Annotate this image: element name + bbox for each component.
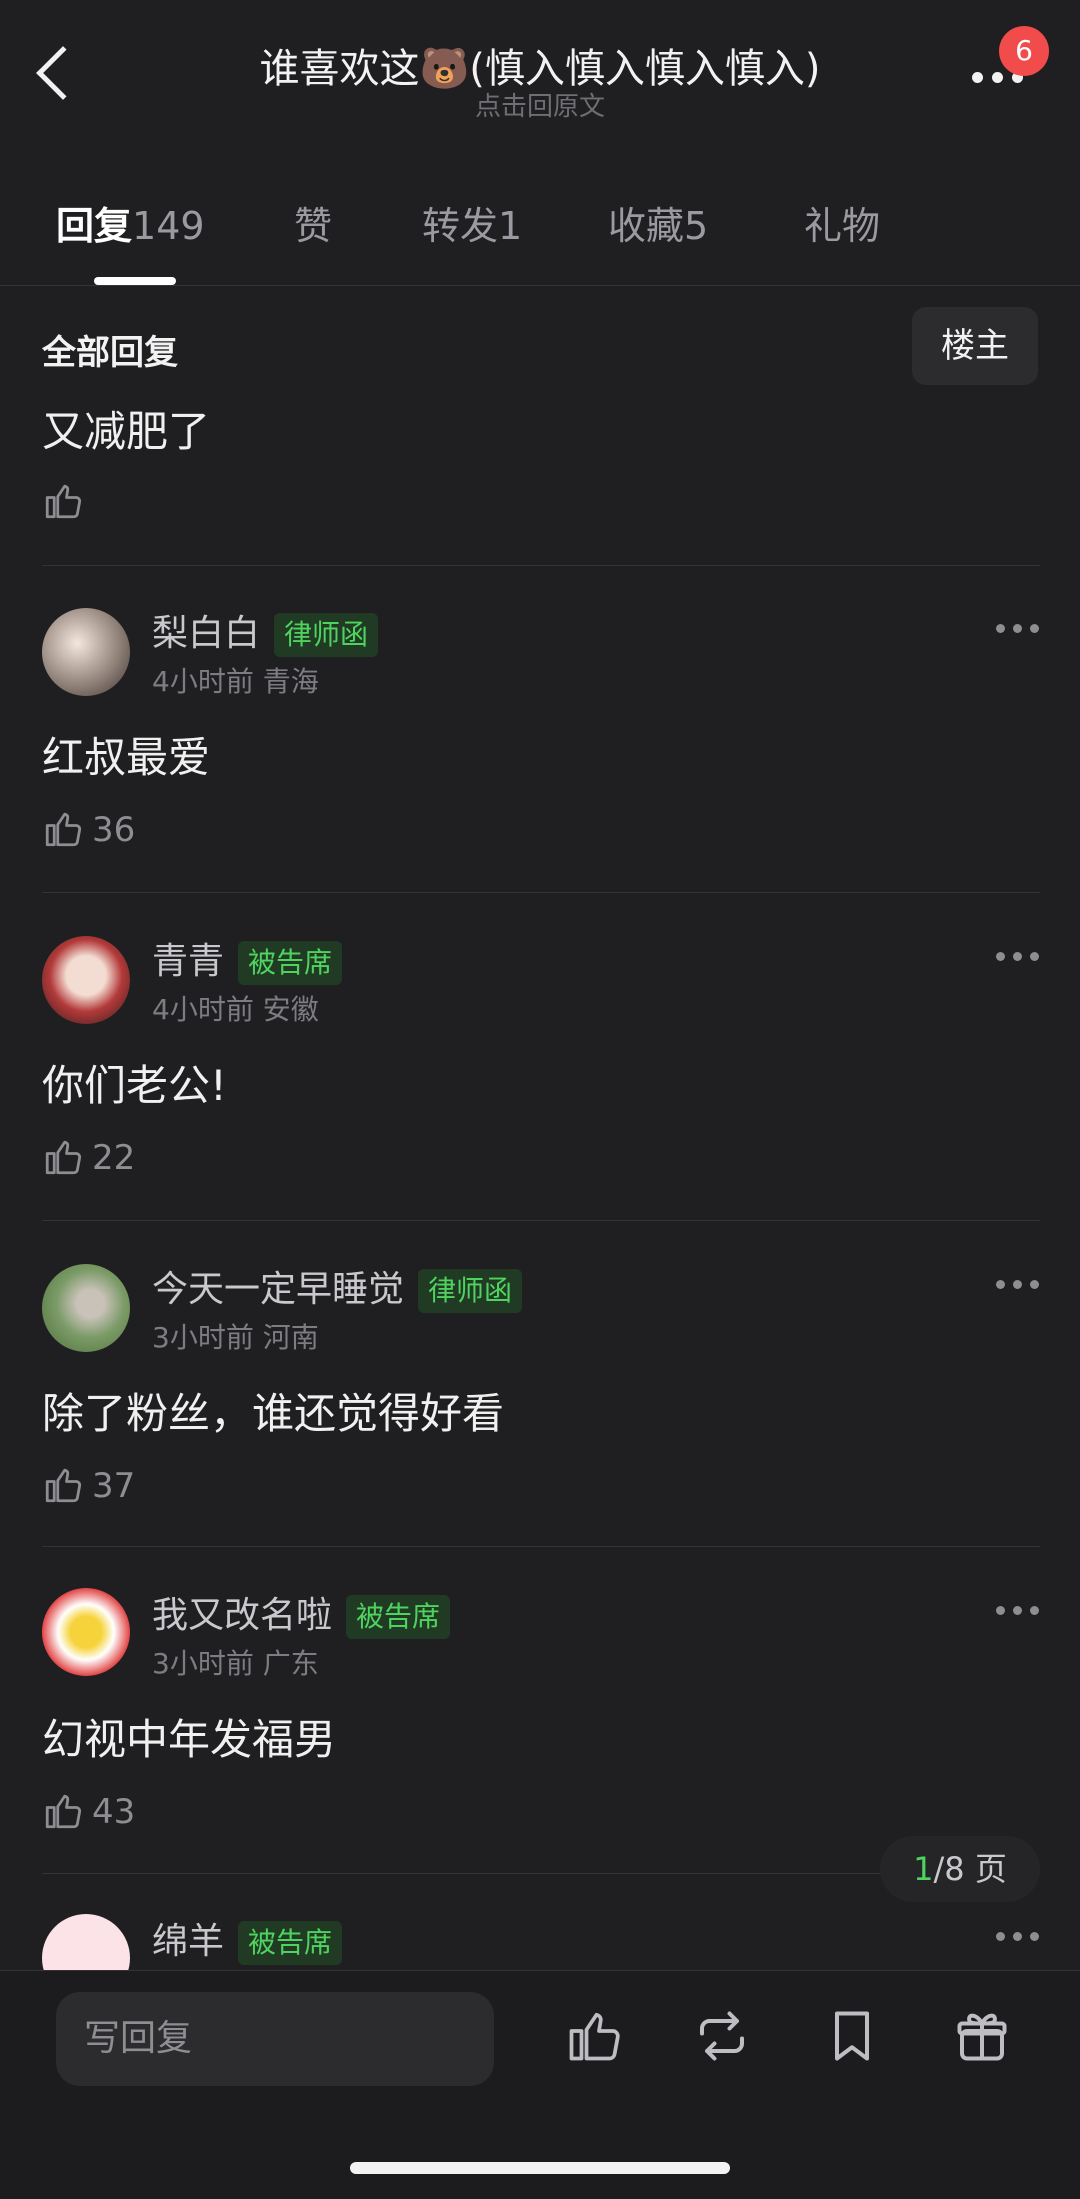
- comment-more-icon[interactable]: [996, 952, 1040, 964]
- comment-meta: 3小时前 广东: [152, 1642, 319, 1682]
- avatar[interactable]: [42, 1264, 130, 1352]
- tab-likes[interactable]: 赞: [294, 195, 332, 250]
- repost-icon[interactable]: [692, 2006, 752, 2066]
- notification-badge: 6: [999, 26, 1049, 76]
- username-text: 青青: [152, 941, 225, 982]
- comment-meta: 4小时前 青海: [152, 660, 319, 700]
- comment-location: 青海: [262, 665, 319, 698]
- tab-gifts[interactable]: 礼物: [804, 195, 880, 250]
- divider: [42, 1546, 1040, 1547]
- username[interactable]: 我又改名啦 被告席: [152, 1586, 451, 1639]
- avatar[interactable]: [42, 936, 130, 1024]
- comment-location: 广东: [262, 1647, 319, 1680]
- gift-icon[interactable]: [952, 2006, 1012, 2066]
- comment-time: 4小时前: [152, 665, 254, 698]
- page-total: /8 页: [933, 1850, 1007, 1888]
- comment-text: 你们老公!: [42, 1061, 227, 1110]
- tab-label: 礼物: [804, 204, 881, 248]
- tab-favorites[interactable]: 收藏5: [608, 195, 708, 250]
- divider: [42, 892, 1040, 893]
- thumb-up-icon[interactable]: [564, 2006, 624, 2066]
- user-tag: 律师函: [418, 1269, 523, 1313]
- tab-label: 回复: [56, 204, 133, 248]
- username[interactable]: 绵羊 被告席: [152, 1912, 343, 1965]
- comment-time: 3小时前: [152, 1321, 254, 1354]
- user-tag: 被告席: [346, 1595, 451, 1639]
- tab-reposts[interactable]: 转发1: [422, 195, 522, 250]
- comment-time: 4小时前: [152, 993, 254, 1026]
- thumb-up-icon: [45, 812, 82, 847]
- tab-label: 收藏: [608, 204, 685, 248]
- tab-label: 赞: [294, 204, 333, 248]
- tab-bar: 回复149 赞 转发1 收藏5 礼物: [0, 195, 1080, 286]
- page-indicator[interactable]: 1/8 页: [880, 1836, 1040, 1902]
- comment-more-icon[interactable]: [996, 1932, 1040, 1944]
- username-text: 我又改名啦: [152, 1595, 333, 1636]
- thumb-up-icon: [45, 1794, 82, 1829]
- active-tab-indicator: [94, 277, 176, 285]
- comment-text: 幻视中年发福男: [42, 1715, 337, 1764]
- avatar[interactable]: [42, 608, 130, 696]
- tab-label: 转发: [422, 204, 499, 248]
- username[interactable]: 今天一定早睡觉 律师函: [152, 1260, 523, 1313]
- user-tag: 被告席: [238, 1921, 343, 1965]
- tab-count: 5: [684, 204, 709, 248]
- tab-count: 1: [498, 204, 523, 248]
- like-count: 36: [92, 810, 136, 850]
- comment-meta: 3小时前 河南: [152, 1316, 319, 1356]
- user-tag: 律师函: [274, 613, 379, 657]
- like-count: 22: [92, 1138, 136, 1178]
- comment-location: 安徽: [262, 993, 319, 1026]
- comment-time: 3小时前: [152, 1647, 254, 1680]
- reply-text: 又减肥了: [42, 407, 211, 456]
- comment-text: 除了粉丝，谁还觉得好看: [42, 1389, 505, 1438]
- current-page: 1: [913, 1850, 934, 1888]
- divider: [42, 1220, 1040, 1221]
- back-to-original-link[interactable]: 点击回原文: [0, 86, 1080, 123]
- comment-meta: 4小时前 安徽: [152, 988, 319, 1028]
- like-count: 37: [92, 1466, 136, 1506]
- section-title: 全部回复: [42, 333, 178, 373]
- tab-count: 149: [132, 204, 205, 248]
- divider: [42, 565, 1040, 566]
- home-indicator[interactable]: [350, 2162, 730, 2174]
- filter-host-button[interactable]: 楼主: [912, 307, 1038, 385]
- username[interactable]: 青青 被告席: [152, 932, 343, 985]
- comment-more-icon[interactable]: [996, 1606, 1040, 1618]
- bookmark-icon[interactable]: [822, 2006, 882, 2066]
- comment-text: 红叔最爱: [42, 733, 211, 782]
- thumb-up-icon: [45, 1468, 82, 1503]
- username-text: 绵羊: [152, 1921, 225, 1962]
- avatar[interactable]: [42, 1588, 130, 1676]
- comment-location: 河南: [262, 1321, 319, 1354]
- comment-more-icon[interactable]: [996, 1280, 1040, 1292]
- reply-input[interactable]: 写回复: [56, 1992, 494, 2086]
- like-count: 43: [92, 1792, 136, 1832]
- username-text: 梨白白: [152, 613, 261, 654]
- thumb-up-icon: [45, 1140, 82, 1175]
- thumb-up-icon: [45, 484, 82, 519]
- comment-more-icon[interactable]: [996, 624, 1040, 636]
- tab-replies[interactable]: 回复149: [56, 195, 205, 250]
- username-text: 今天一定早睡觉: [152, 1269, 405, 1310]
- user-tag: 被告席: [238, 941, 343, 985]
- username[interactable]: 梨白白 律师函: [152, 604, 379, 657]
